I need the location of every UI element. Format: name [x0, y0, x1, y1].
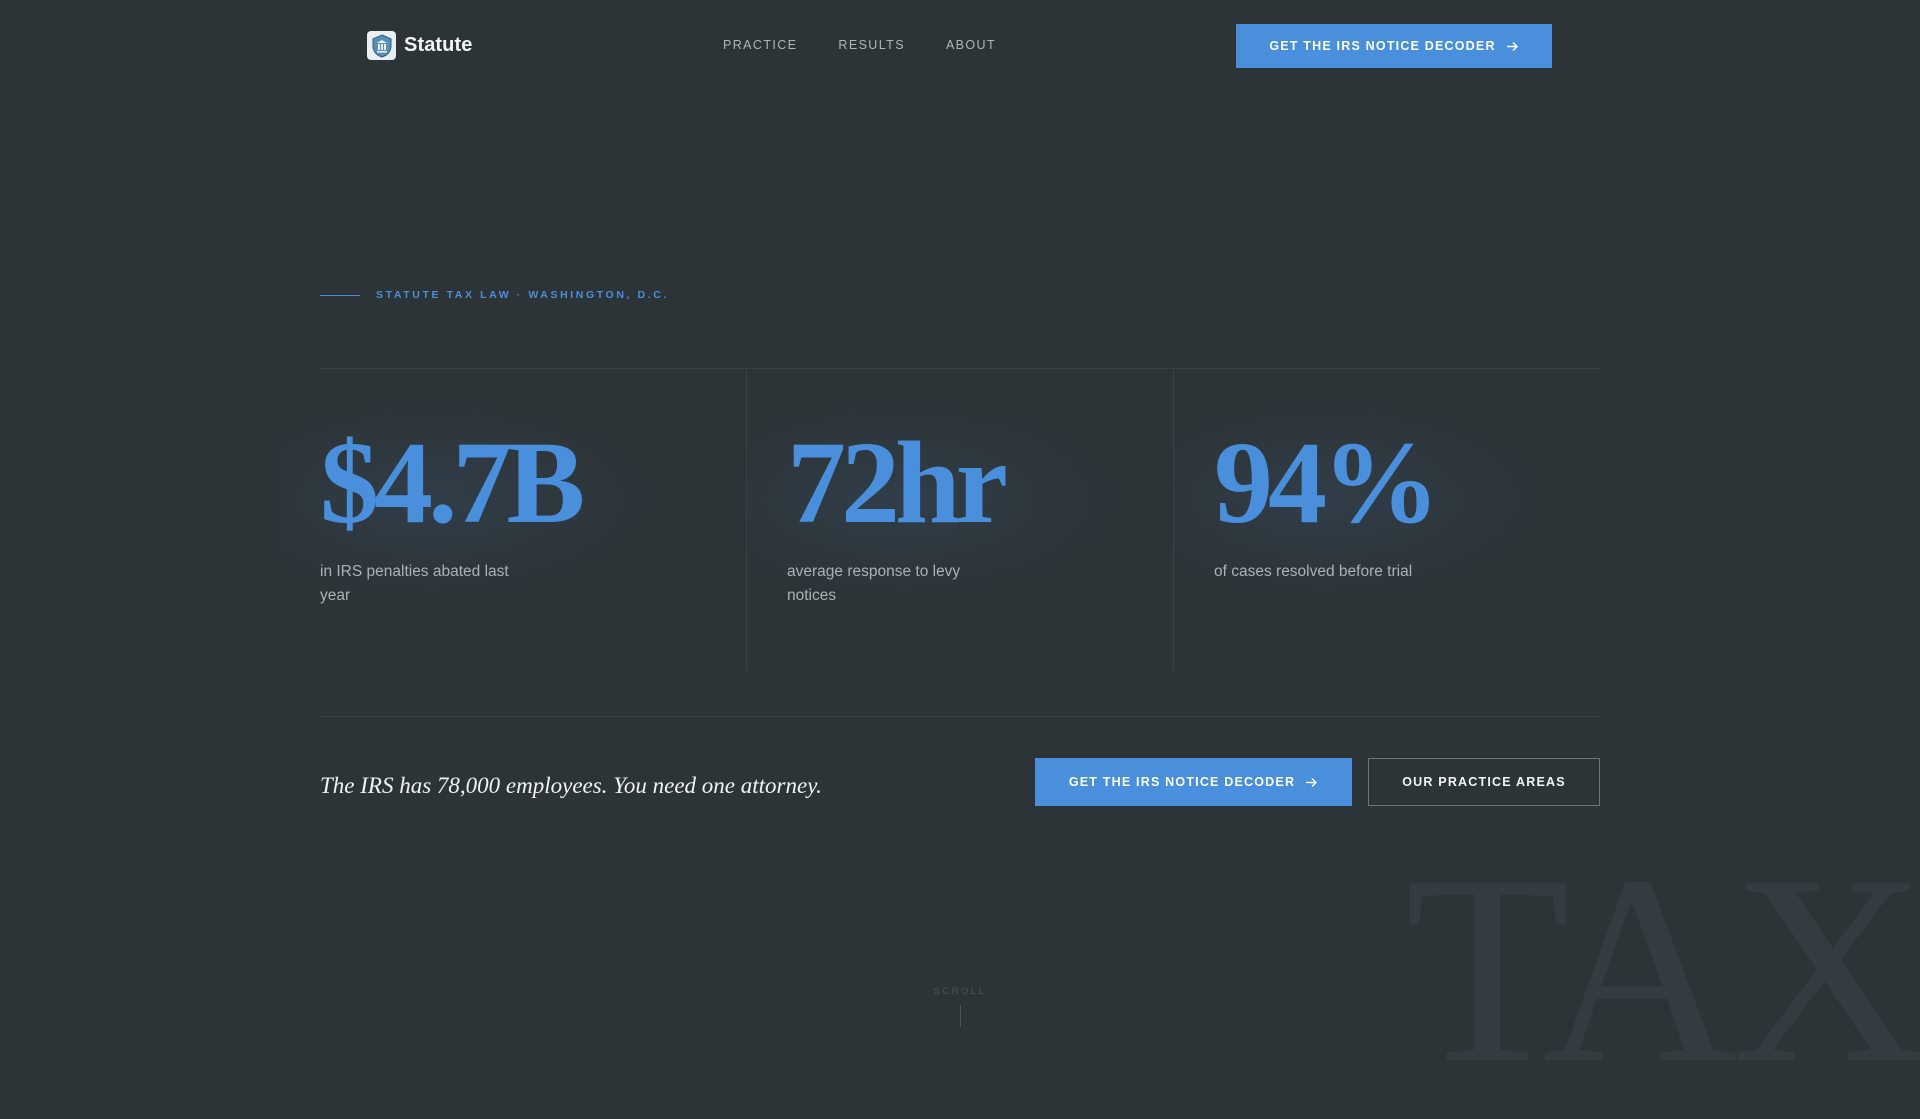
- header-cta-label: GET THE IRS NOTICE DECODER: [1269, 39, 1496, 53]
- stat-caption: average response to levy notices: [787, 563, 961, 604]
- stat-cases-resolved: 94% of cases resolved before trial: [1173, 369, 1600, 669]
- hero-tagline: The IRS has 78,000 employees. You need o…: [320, 773, 822, 798]
- nav-item-practice[interactable]: PRACTICE: [723, 38, 797, 52]
- eyebrow-rule: [320, 294, 360, 296]
- stat-caption: of cases resolved before trial: [1214, 563, 1413, 580]
- main-nav: PRACTICE RESULTS ABOUT: [723, 38, 996, 52]
- nav-item-about[interactable]: ABOUT: [946, 38, 996, 52]
- stat-value: 94%: [1214, 417, 1440, 548]
- cta-primary-label: GET THE IRS NOTICE DECODER: [1068, 775, 1296, 789]
- stat-penalties-abated: $4.7B in IRS penalties abated last year: [280, 369, 746, 669]
- site-header: Statute PRACTICE RESULTS ABOUT GET THE I…: [0, 0, 1920, 92]
- brand-home-link[interactable]: Statute: [367, 31, 472, 60]
- eyebrow-text: STATUTE TAX LAW · WASHINGTON, D.C.: [376, 289, 669, 301]
- scroll-indicator[interactable]: SCROLL: [932, 986, 988, 1027]
- arrow-right-icon: [1305, 776, 1318, 789]
- irs-decoder-button[interactable]: GET THE IRS NOTICE DECODER: [1035, 758, 1352, 806]
- section-divider: [320, 716, 1600, 717]
- stat-response-time: 72hr average response to levy notices: [746, 369, 1173, 669]
- background-watermark: TAX: [1405, 820, 1920, 1119]
- practice-areas-button[interactable]: OUR PRACTICE AREAS: [1368, 758, 1600, 806]
- hero-eyebrow: STATUTE TAX LAW · WASHINGTON, D.C.: [320, 289, 669, 301]
- building-shield-icon: [367, 31, 396, 60]
- scroll-label: SCROLL: [933, 986, 987, 997]
- stat-caption: in IRS penalties abated last year: [320, 563, 509, 604]
- header-irs-decoder-button[interactable]: GET THE IRS NOTICE DECODER: [1236, 24, 1552, 68]
- stat-value: 72hr: [787, 417, 1008, 548]
- stats-row: $4.7B in IRS penalties abated last year …: [280, 368, 1600, 669]
- scroll-line: [959, 1005, 961, 1027]
- brand-name: Statute: [404, 34, 473, 56]
- stat-value: $4.7B: [320, 417, 585, 548]
- arrow-right-icon: [1506, 40, 1519, 53]
- nav-item-results[interactable]: RESULTS: [838, 38, 905, 52]
